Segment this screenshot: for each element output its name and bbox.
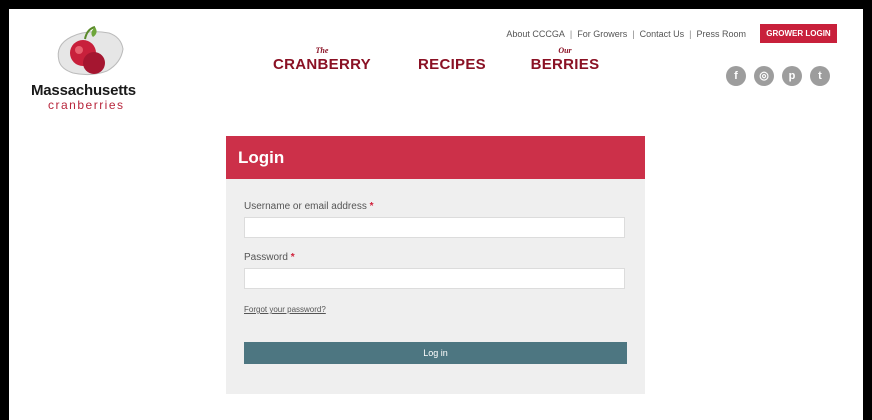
cranberry-logo-icon (57, 26, 124, 76)
nav-recipes-label: RECIPES (418, 56, 486, 73)
top-links: About CCCGA | For Growers | Contact Us | Press… (506, 29, 746, 39)
link-separator: | (569, 29, 573, 39)
nav-recipes-prefix (411, 46, 493, 56)
brand-name: Massachusetts (31, 82, 136, 99)
facebook-icon[interactable]: f (726, 66, 746, 86)
page: Massachusetts cranberries About CCCGA | Fo… (9, 9, 863, 420)
login-header: Login (226, 136, 645, 179)
login-card: Login Username or email address * Passwo… (226, 136, 645, 394)
password-input[interactable] (244, 268, 625, 289)
link-press-room[interactable]: Press Room (696, 29, 746, 39)
link-separator: | (689, 29, 692, 39)
pinterest-icon[interactable]: p (782, 66, 802, 86)
login-button[interactable]: Log in (244, 342, 627, 364)
nav-cranberry-label: CRANBERRY (273, 56, 371, 73)
username-input[interactable] (244, 217, 625, 238)
nav-cranberry[interactable]: The CRANBERRY (271, 46, 373, 74)
username-label-text: Username or email address (244, 201, 367, 212)
nav-berries-prefix: Our (558, 46, 572, 55)
nav-berries[interactable]: Our BERRIES (525, 46, 605, 74)
twitter-icon[interactable]: t (810, 66, 830, 86)
grower-login-button[interactable]: GROWER LOGIN (760, 24, 837, 43)
instagram-icon[interactable]: ◎ (754, 66, 774, 86)
site-logo[interactable]: Massachusetts cranberries (31, 23, 151, 113)
link-contact[interactable]: Contact Us (640, 29, 685, 39)
password-label: Password * (244, 252, 295, 263)
link-for-growers[interactable]: For Growers (577, 29, 627, 39)
brand-subtitle: cranberries (48, 98, 125, 112)
username-label: Username or email address * (244, 201, 374, 212)
nav-recipes[interactable]: RECIPES (411, 46, 493, 74)
required-marker: * (290, 252, 295, 263)
nav-cranberry-prefix: The (315, 46, 329, 55)
forgot-password-link[interactable]: Forgot your password? (244, 305, 326, 314)
nav-berries-label: BERRIES (530, 56, 600, 73)
password-label-text: Password (244, 252, 288, 263)
link-about[interactable]: About CCCGA (506, 29, 565, 39)
login-title: Login (238, 148, 285, 167)
link-separator: | (632, 29, 635, 39)
required-marker: * (369, 201, 374, 212)
